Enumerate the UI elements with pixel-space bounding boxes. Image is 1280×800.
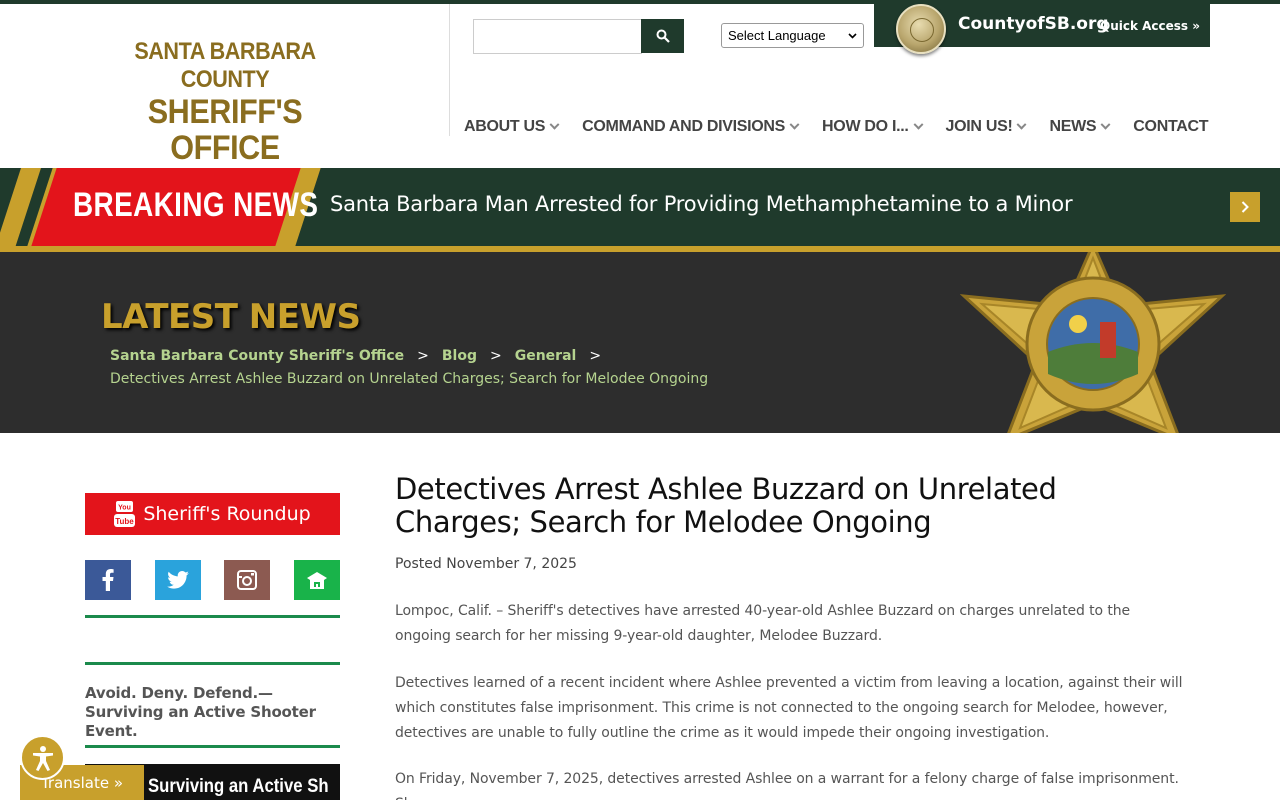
breadcrumb-separator: >: [417, 348, 429, 364]
sidebar-divider: [85, 662, 340, 665]
breaking-news-headline[interactable]: Santa Barbara Man Arrested for Providing…: [330, 192, 1073, 216]
svg-text:Tube: Tube: [116, 517, 135, 526]
nav-item-about-us[interactable]: ABOUT US: [464, 118, 560, 136]
twitter-icon: [167, 571, 189, 589]
site-logo[interactable]: SANTA BARBARA COUNTY SHERIFF'S OFFICE: [85, 38, 365, 166]
nav-label: COMMAND AND DIVISIONS: [582, 118, 786, 135]
sidebar-feature-heading[interactable]: Avoid. Deny. Defend.— Surviving an Activ…: [85, 684, 345, 741]
chevron-down-icon: [913, 119, 923, 130]
instagram-link[interactable]: [224, 560, 270, 600]
nav-label: NEWS: [1049, 118, 1097, 135]
facebook-icon: [102, 569, 114, 591]
twitter-link[interactable]: [155, 560, 201, 600]
breadcrumb-separator: >: [589, 348, 602, 364]
chevron-down-icon: [848, 32, 857, 39]
chevron-down-icon: [549, 119, 560, 130]
sidebar-divider: [85, 615, 340, 618]
sidebar-divider: [85, 745, 340, 748]
instagram-icon: [237, 570, 257, 590]
search-input[interactable]: [473, 19, 642, 54]
main-nav: ABOUT US COMMAND AND DIVISIONS HOW DO I.…: [464, 118, 1232, 136]
article-paragraph: On Friday, November 7, 2025, detectives …: [395, 771, 1179, 800]
accessibility-button[interactable]: [20, 735, 65, 780]
page-title: LATEST NEWS: [101, 297, 361, 337]
nav-item-news[interactable]: NEWS: [1049, 118, 1111, 136]
breaking-news-label: BREAKING NEWS: [73, 186, 319, 224]
article-paragraph: Detectives learned of a recent incident …: [395, 675, 1183, 741]
nav-label: ABOUT US: [464, 118, 546, 135]
article-paragraph: Lompoc, Calif. – Sheriff's detectives ha…: [395, 603, 1131, 644]
nextdoor-link[interactable]: [294, 560, 340, 600]
page-hero: LATEST NEWS Santa Barbara County Sheriff…: [0, 252, 1280, 433]
nav-item-how-do-i[interactable]: HOW DO I...: [822, 118, 923, 136]
nav-label: CONTACT: [1133, 118, 1209, 135]
breadcrumb-current: Detectives Arrest Ashlee Buzzard on Unre…: [110, 371, 709, 387]
breaking-next-button[interactable]: [1230, 192, 1260, 222]
breadcrumb-separator: >: [489, 348, 502, 364]
quick-access-bar[interactable]: CountyofSB.org Quick Access »: [874, 4, 1210, 54]
chevron-right-icon: [1241, 201, 1249, 213]
quick-access-link[interactable]: Quick Access »: [1100, 19, 1200, 33]
search-button[interactable]: [641, 19, 684, 53]
nav-label: HOW DO I...: [822, 118, 909, 135]
quick-access-site[interactable]: CountyofSB.org: [958, 14, 1109, 34]
nav-label: JOIN US!: [945, 118, 1013, 135]
roundup-label: Sheriff's Roundup: [143, 503, 311, 525]
breadcrumb-link-general[interactable]: General: [515, 348, 577, 364]
nav-item-command-and-divisions[interactable]: COMMAND AND DIVISIONS: [582, 118, 800, 136]
facebook-link[interactable]: [85, 560, 131, 600]
breadcrumb-link-blog[interactable]: Blog: [442, 348, 477, 364]
nav-item-contact[interactable]: CONTACT: [1133, 118, 1208, 136]
breaking-news-bar: BREAKING NEWS Santa Barbara Man Arrested…: [0, 168, 1280, 252]
article-title: Detectives Arrest Ashlee Buzzard on Unre…: [395, 472, 1057, 539]
search-icon: [656, 29, 670, 43]
nextdoor-icon: [307, 572, 327, 589]
breadcrumb: Santa Barbara County Sheriff's Office > Bl…: [110, 345, 730, 391]
logo-line-1: SANTA BARBARA COUNTY: [134, 38, 316, 93]
chevron-down-icon: [1100, 119, 1111, 130]
language-select[interactable]: Select Language: [721, 23, 864, 48]
sheriffs-roundup-button[interactable]: You Tube Sheriff's Roundup: [85, 493, 340, 535]
chevron-down-icon: [789, 119, 800, 130]
svg-text:You: You: [118, 505, 131, 512]
video-title: Surviving an Active Sh: [148, 776, 329, 797]
county-seal-icon: [896, 4, 946, 54]
language-select-value: Select Language: [728, 28, 826, 43]
header-divider: [449, 4, 450, 136]
article-date: Posted November 7, 2025: [395, 556, 577, 572]
breadcrumb-link-home[interactable]: Santa Barbara County Sheriff's Office: [110, 348, 404, 364]
youtube-icon: You Tube: [114, 501, 136, 527]
chevron-down-icon: [1017, 119, 1027, 130]
logo-line-2: SHERIFF'S OFFICE: [147, 93, 303, 167]
accessibility-icon: [32, 745, 53, 771]
sheriff-badge-icon: [960, 252, 1226, 433]
nav-item-join-us[interactable]: JOIN US!: [945, 118, 1027, 136]
